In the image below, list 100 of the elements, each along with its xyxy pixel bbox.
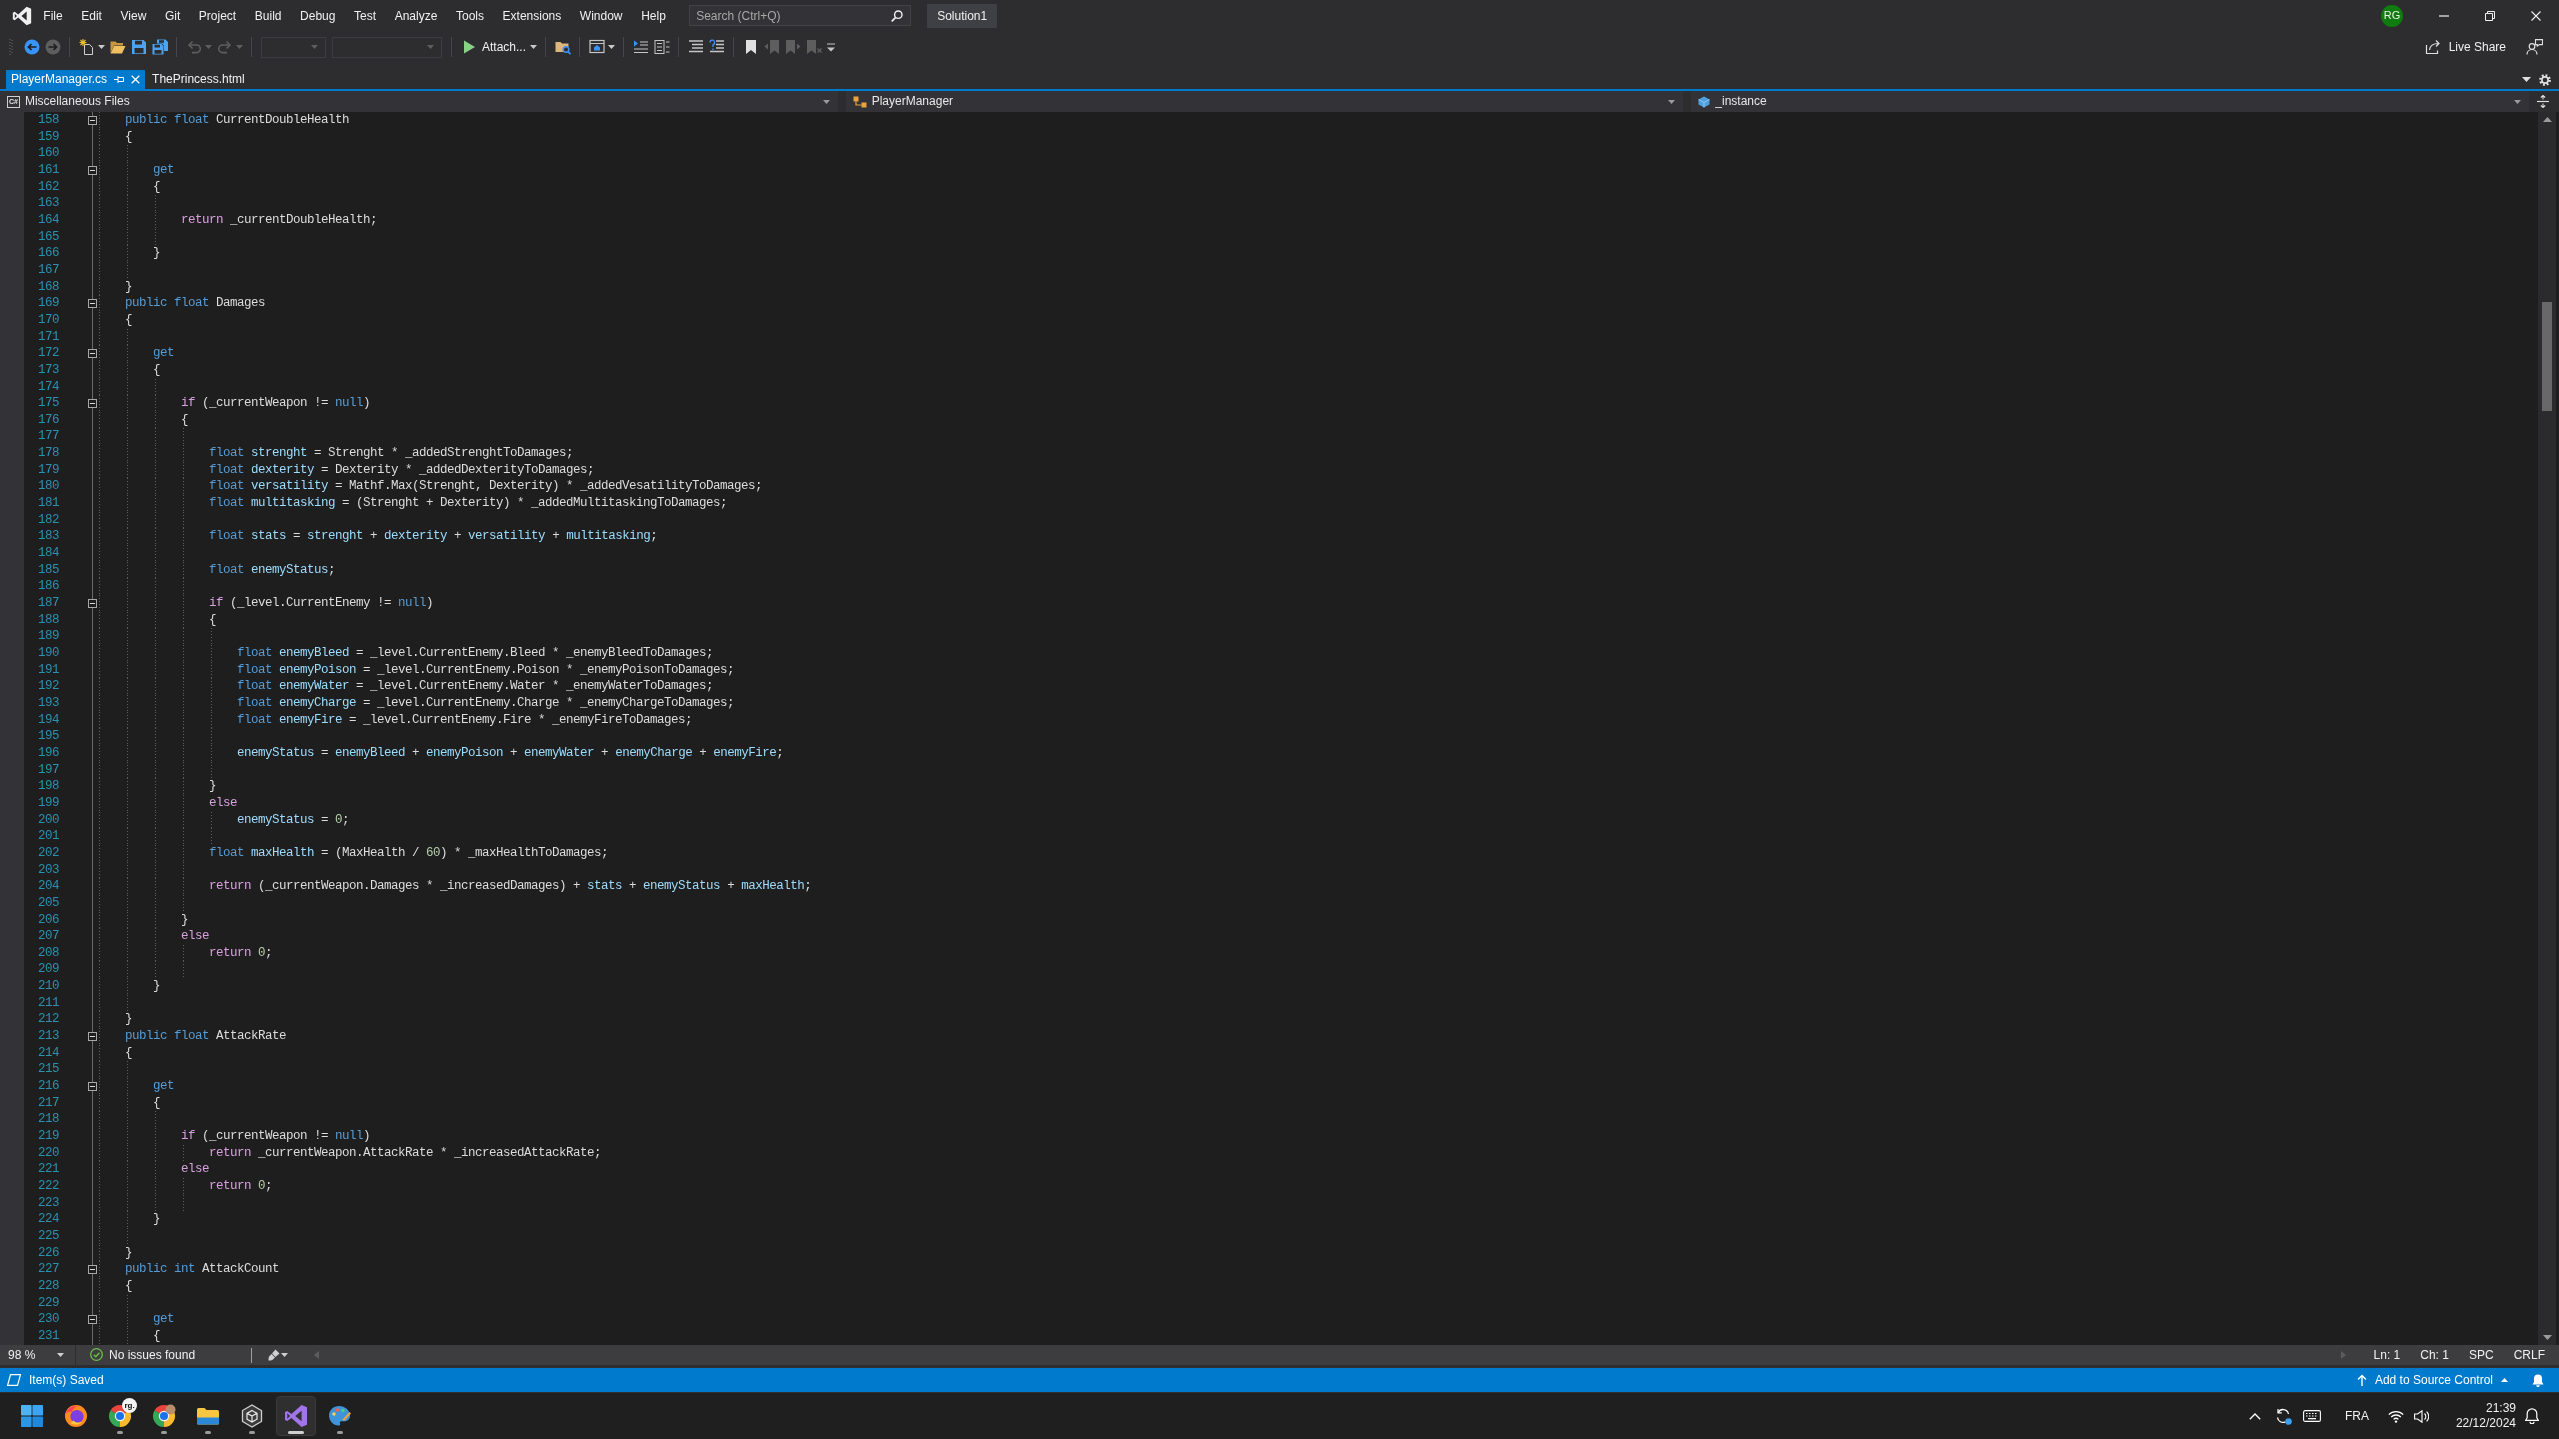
line-indicator[interactable]: Ln: 1 bbox=[2373, 1347, 2401, 1363]
line-number: 175 bbox=[37, 395, 59, 412]
menu-item[interactable]: Help bbox=[631, 5, 676, 26]
new-file-icon[interactable] bbox=[78, 39, 95, 55]
lines-icon[interactable] bbox=[687, 39, 704, 55]
wifi-icon[interactable] bbox=[2387, 1409, 2404, 1423]
caret-icon[interactable] bbox=[608, 45, 616, 49]
code-line: enemyStatus = enemyBleed + enemyPoison + enemyWater + enemyCharge + enemyFire; bbox=[237, 744, 784, 762]
collapse-icon[interactable] bbox=[87, 349, 97, 358]
line-number: 167 bbox=[37, 261, 59, 279]
restore-icon[interactable] bbox=[2485, 10, 2495, 21]
code-line: enemyStatus = 0; bbox=[237, 811, 350, 829]
folder-icon[interactable] bbox=[109, 39, 126, 55]
code-line: return _currentDoubleHealth; bbox=[181, 211, 378, 229]
taskbar-app[interactable]: rg. bbox=[100, 1396, 140, 1436]
source-control-button[interactable]: Add to Source Control bbox=[2356, 1372, 2508, 1388]
collapse-icon[interactable] bbox=[87, 1081, 97, 1091]
line-number: 183 bbox=[37, 528, 59, 546]
menu-item[interactable]: Build bbox=[245, 5, 291, 26]
menu-item[interactable]: Analyze bbox=[385, 5, 447, 26]
caret-icon[interactable] bbox=[530, 45, 538, 49]
code-line: public float Damages bbox=[125, 295, 266, 312]
clock-time[interactable]: 21:39 bbox=[2455, 1401, 2516, 1416]
collapse-icon[interactable] bbox=[87, 1265, 97, 1275]
caret-icon[interactable] bbox=[822, 99, 830, 104]
member-dropdown[interactable]: _instance bbox=[1691, 91, 2529, 112]
menu-item[interactable]: Window bbox=[570, 5, 632, 26]
code-line: float strenght = Strenght * _addedStrenghtToDamages; bbox=[209, 445, 574, 462]
minimize-icon[interactable] bbox=[2439, 14, 2449, 17]
caret-icon[interactable] bbox=[1668, 99, 1676, 104]
scroll-up-arrow-icon[interactable] bbox=[2542, 117, 2552, 122]
caret-icon[interactable] bbox=[2514, 99, 2521, 104]
document-tab[interactable]: ThePrincess.html bbox=[147, 70, 250, 89]
collapse-icon[interactable] bbox=[87, 165, 97, 175]
document-tab[interactable]: PlayerManager.cs bbox=[6, 70, 146, 89]
taskbar-app[interactable] bbox=[276, 1396, 316, 1436]
line-number: 217 bbox=[37, 1094, 59, 1112]
menu-item[interactable]: Test bbox=[344, 5, 386, 26]
question-lines-icon[interactable] bbox=[708, 39, 725, 55]
person-speech-icon[interactable] bbox=[2526, 39, 2543, 55]
line-number: 208 bbox=[37, 944, 59, 962]
issues-indicator[interactable]: No issues found bbox=[90, 1347, 196, 1363]
speaker-icon[interactable] bbox=[2413, 1409, 2429, 1423]
keyboard-icon[interactable] bbox=[2302, 1410, 2321, 1422]
save-icon[interactable] bbox=[130, 39, 147, 55]
live-share-button[interactable]: Live Share bbox=[2424, 39, 2506, 55]
menu-item[interactable]: Extensions bbox=[493, 5, 571, 26]
lines-arrow-icon[interactable] bbox=[632, 39, 649, 55]
pin-icon[interactable] bbox=[114, 75, 125, 84]
type-dropdown[interactable]: PlayerManager bbox=[845, 91, 1684, 112]
collapse-icon[interactable] bbox=[87, 399, 97, 408]
search-icon[interactable] bbox=[891, 9, 904, 22]
scroll-down-arrow-icon[interactable] bbox=[2542, 1335, 2552, 1340]
menu-item[interactable]: Project bbox=[189, 5, 246, 26]
code-line: float maxHealth = (MaxHealth / 60) * _maxHealthToDamages; bbox=[209, 844, 609, 862]
line-number: 178 bbox=[37, 445, 59, 462]
sync-icon[interactable] bbox=[2274, 1407, 2292, 1425]
collapse-icon[interactable] bbox=[87, 598, 97, 608]
close-icon[interactable] bbox=[2531, 10, 2541, 21]
line-endings-indicator[interactable]: CRLF bbox=[2513, 1347, 2545, 1363]
collapse-icon[interactable] bbox=[87, 1031, 97, 1041]
column-indicator[interactable]: Ch: 1 bbox=[2420, 1347, 2449, 1363]
caret-icon[interactable] bbox=[98, 45, 105, 49]
clock-date[interactable]: 22/12/2024 bbox=[2455, 1416, 2516, 1431]
split-icon[interactable] bbox=[2537, 95, 2549, 108]
line-number: 182 bbox=[37, 511, 59, 529]
code-line: public int AttackCount bbox=[125, 1261, 280, 1278]
menu-item[interactable]: Tools bbox=[446, 5, 494, 26]
save-all-icon[interactable] bbox=[151, 39, 168, 55]
window-icon[interactable] bbox=[588, 39, 605, 55]
settings-icon[interactable] bbox=[2539, 73, 2551, 86]
brush-icon[interactable] bbox=[268, 1349, 281, 1361]
vertical-scrollbar[interactable] bbox=[2538, 112, 2556, 1345]
menu-item[interactable]: Git bbox=[155, 5, 190, 26]
overflow-caret-icon[interactable] bbox=[826, 42, 835, 52]
collapse-icon[interactable] bbox=[87, 115, 97, 125]
whitespace-indicator[interactable]: SPC bbox=[2468, 1347, 2494, 1363]
collapse-icon[interactable] bbox=[87, 1315, 97, 1325]
input-language[interactable]: FRA bbox=[2344, 1408, 2369, 1424]
zoom-dropdown[interactable]: 98 % bbox=[0, 1345, 76, 1365]
collapse-icon[interactable] bbox=[87, 299, 97, 309]
attach-button[interactable]: Attach... bbox=[458, 39, 530, 55]
menu-item[interactable]: View bbox=[111, 5, 156, 26]
chevron-up-icon[interactable] bbox=[2248, 1412, 2261, 1420]
line-number: 204 bbox=[37, 878, 59, 895]
code-line: float enemyWater = _level.CurrentEnemy.Water * _enemyWaterToDamages; bbox=[237, 678, 714, 695]
caret-icon[interactable] bbox=[57, 1353, 64, 1357]
bell-icon[interactable] bbox=[2525, 1408, 2539, 1424]
caret-icon[interactable] bbox=[281, 1353, 289, 1357]
document-lines-icon[interactable] bbox=[653, 39, 670, 55]
scrollbar-thumb[interactable] bbox=[2542, 302, 2552, 411]
menu-item[interactable]: Debug bbox=[290, 5, 345, 26]
account-avatar[interactable]: RG bbox=[2381, 4, 2403, 27]
profile-badge: rg. bbox=[122, 1398, 137, 1413]
menu-item[interactable]: File bbox=[34, 5, 72, 26]
menu-item[interactable]: Edit bbox=[71, 5, 112, 26]
search-field[interactable]: Search (Ctrl+Q) bbox=[689, 5, 912, 26]
line-number: 185 bbox=[37, 561, 59, 579]
folder-search-icon[interactable] bbox=[554, 39, 571, 55]
caret-icon[interactable] bbox=[2522, 77, 2531, 82]
